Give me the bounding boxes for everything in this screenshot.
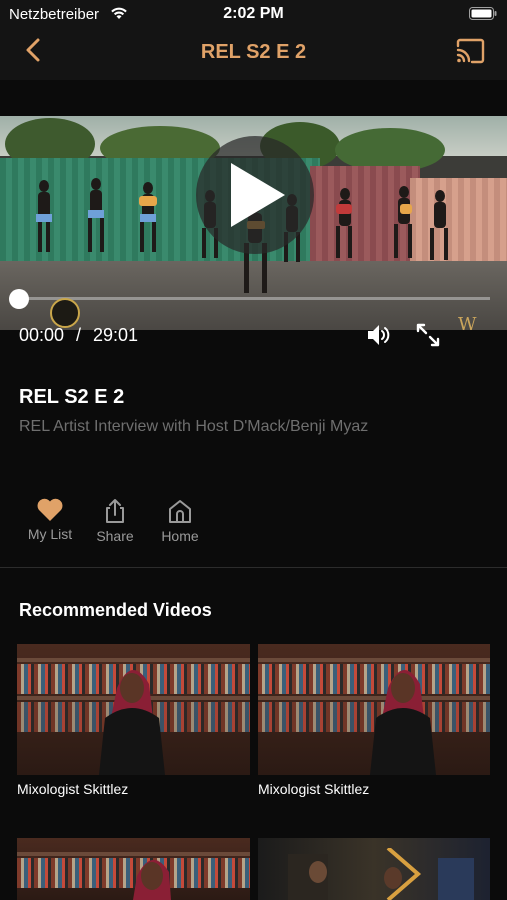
video-title: REL S2 E 2 — [19, 386, 125, 408]
recommended-thumbnail[interactable] — [17, 644, 250, 775]
recommended-thumbnail[interactable] — [258, 644, 490, 775]
recommended-title[interactable]: Mixologist Skittlez — [258, 781, 369, 797]
cast-icon[interactable] — [455, 38, 485, 64]
heart-icon — [37, 498, 63, 521]
home-icon — [169, 500, 191, 523]
my-list-label: My List — [27, 526, 73, 542]
time-separator: / — [76, 325, 82, 345]
divider — [0, 567, 507, 568]
my-list-button[interactable]: My List — [22, 498, 78, 542]
nav-title: REL S2 E 2 — [200, 41, 307, 63]
corner-logo: W — [458, 314, 477, 330]
recommended-thumbnail[interactable] — [258, 838, 490, 900]
video-subtitle: REL Artist Interview with Host D'Mack/Be… — [19, 418, 369, 435]
video-player[interactable]: W — [0, 116, 507, 330]
fullscreen-icon[interactable] — [415, 322, 441, 348]
recommended-heading: Recommended Videos — [19, 600, 212, 620]
duration: 29:01 — [93, 325, 139, 345]
thumb-person — [133, 859, 171, 900]
share-icon — [106, 499, 124, 523]
progress-track[interactable] — [18, 297, 490, 300]
play-icon — [231, 163, 285, 227]
play-button[interactable] — [196, 136, 314, 254]
share-button[interactable]: Share — [92, 498, 138, 544]
status-time: 2:02 PM — [223, 5, 284, 22]
home-button[interactable]: Home — [156, 498, 204, 544]
nav-bar: REL S2 E 2 — [0, 28, 507, 80]
volume-icon[interactable] — [366, 323, 392, 347]
home-label: Home — [161, 528, 199, 544]
watermark-logo — [50, 298, 80, 328]
progress-knob[interactable] — [9, 289, 29, 309]
thumb-person — [99, 669, 165, 775]
recommended-title[interactable]: Mixologist Skittlez — [17, 781, 128, 797]
current-time: 00:00 — [19, 325, 65, 345]
share-label: Share — [96, 528, 134, 544]
status-bar: Netzbetreiber 2:02 PM — [0, 0, 507, 28]
battery-icon — [469, 7, 497, 20]
thumb-person — [370, 669, 436, 775]
thumb-studio-scene — [288, 848, 474, 900]
recommended-thumbnail[interactable] — [17, 838, 250, 900]
